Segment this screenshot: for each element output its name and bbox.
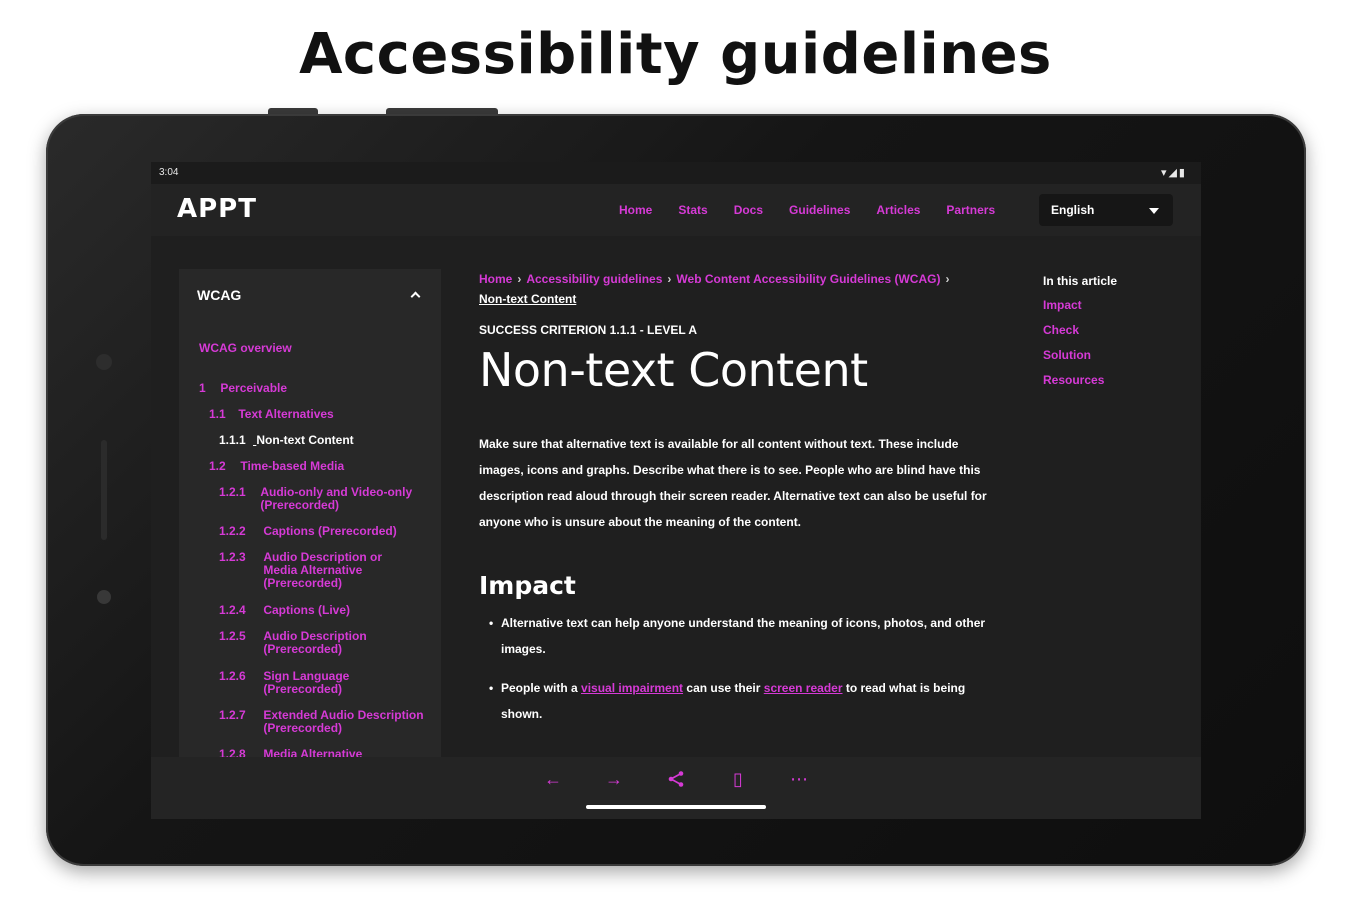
sidebar-item-label: Extended Audio Description (Prerecorded) bbox=[263, 708, 424, 735]
sidebar-item-label: Perceivable bbox=[220, 381, 288, 395]
visual-impairment-link[interactable]: visual impairment bbox=[581, 681, 683, 695]
anchor-resources[interactable]: Resources bbox=[1043, 373, 1173, 387]
impact-list: Alternative text can help anyone underst… bbox=[479, 610, 999, 727]
wcag-sidebar: WCAG WCAG overview 1 Perceivable 1.1 Tex… bbox=[179, 269, 441, 759]
anchor-check[interactable]: Check bbox=[1043, 323, 1173, 337]
bookmark-icon[interactable]: ▯ bbox=[724, 767, 752, 791]
sidebar-item-1-2-7[interactable]: 1.2.7 Extended Audio Description (Prerec… bbox=[219, 709, 428, 735]
sidebar-item-num: 1.2.7 bbox=[219, 708, 246, 722]
share-icon[interactable] bbox=[662, 767, 690, 791]
list-item: People with a visual impairment can use … bbox=[479, 675, 999, 727]
criterion-label: SUCCESS CRITERION 1.1.1 - LEVEL A bbox=[479, 323, 698, 337]
list-item: Alternative text can help anyone underst… bbox=[479, 610, 999, 662]
sidebar-item-num: 1.2.2 bbox=[219, 524, 246, 538]
list-item-text: can use their bbox=[683, 681, 764, 695]
device-speaker-slot bbox=[101, 440, 107, 540]
breadcrumb-separator: › bbox=[667, 272, 672, 286]
intro-paragraph: Make sure that alternative text is avail… bbox=[479, 437, 987, 529]
anchor-impact[interactable]: Impact bbox=[1043, 298, 1173, 312]
sidebar-item-1-2[interactable]: 1.2 Time-based Media bbox=[209, 460, 344, 473]
sidebar-item-label: Captions (Prerecorded) bbox=[263, 524, 397, 538]
sidebar-item-1-1-1[interactable]: 1.1.1 Non-text Content bbox=[219, 434, 354, 447]
appt-logo[interactable]: APPT bbox=[177, 194, 257, 224]
nav-stats[interactable]: Stats bbox=[678, 203, 707, 217]
impact-heading: Impact bbox=[479, 571, 576, 600]
sidebar-item-num: 1 bbox=[199, 381, 206, 395]
sidebar-item-num: 1.2 bbox=[209, 459, 226, 473]
nav-home[interactable]: Home bbox=[619, 203, 652, 217]
nav-articles[interactable]: Articles bbox=[876, 203, 920, 217]
breadcrumb-separator: › bbox=[945, 272, 950, 286]
home-indicator[interactable] bbox=[586, 805, 766, 809]
status-time: 3:04 bbox=[159, 167, 179, 178]
nav-docs[interactable]: Docs bbox=[734, 203, 763, 217]
sidebar-item-label: Audio Description (Prerecorded) bbox=[263, 629, 367, 656]
sidebar-title: WCAG bbox=[197, 287, 242, 303]
sidebar-item-1-2-1[interactable]: 1.2.1 Audio-only and Video-only (Prereco… bbox=[219, 486, 430, 512]
sidebar-item-label: Audio-only and Video-only (Prerecorded) bbox=[260, 485, 413, 512]
chevron-up-icon[interactable] bbox=[410, 291, 421, 302]
sidebar-item-1-2-3[interactable]: 1.2.3 Audio Description or Media Alterna… bbox=[219, 551, 393, 590]
promo-title: Accessibility guidelines bbox=[299, 22, 1052, 87]
anchor-solution[interactable]: Solution bbox=[1043, 348, 1173, 362]
nav-guidelines[interactable]: Guidelines bbox=[789, 203, 850, 217]
in-this-article-title: In this article bbox=[1043, 274, 1118, 288]
breadcrumb: Home › Accessibility guidelines › Web Conten… bbox=[479, 269, 999, 309]
breadcrumb-current: Non-text Content bbox=[479, 292, 577, 306]
language-select[interactable]: English bbox=[1039, 194, 1173, 226]
sidebar-item-1-2-2[interactable]: 1.2.2 Captions (Prerecorded) bbox=[219, 525, 397, 538]
breadcrumb-guidelines[interactable]: Accessibility guidelines bbox=[526, 272, 662, 286]
language-value: English bbox=[1051, 203, 1095, 217]
caret-down-icon bbox=[1149, 208, 1159, 214]
sidebar-item-1-1[interactable]: 1.1 Text Alternatives bbox=[209, 408, 334, 421]
forward-arrow-icon[interactable]: → bbox=[600, 767, 628, 791]
breadcrumb-home[interactable]: Home bbox=[479, 272, 512, 286]
list-item-text: Alternative text can help anyone underst… bbox=[501, 616, 986, 656]
sensor-icon bbox=[97, 590, 111, 604]
sidebar-item-num: 1.1 bbox=[209, 407, 226, 421]
sidebar-item-1-2-5[interactable]: 1.2.5 Audio Description (Prerecorded) bbox=[219, 630, 383, 656]
app-screen: 3:04 ▾◢▮ APPT Home Stats Docs Guidelines… bbox=[151, 162, 1201, 819]
sidebar-item-num: 1.2.5 bbox=[219, 629, 246, 643]
sidebar-item-num: 1.2.6 bbox=[219, 669, 246, 683]
status-bar: 3:04 ▾◢▮ bbox=[151, 162, 1201, 184]
sidebar-item-1-2-4[interactable]: 1.2.4 Captions (Live) bbox=[219, 604, 350, 617]
sidebar-item-num: 1.2.4 bbox=[219, 603, 246, 617]
breadcrumb-wcag[interactable]: Web Content Accessibility Guidelines (WC… bbox=[676, 272, 940, 286]
breadcrumb-separator: › bbox=[517, 272, 522, 286]
sidebar-item-num: 1.1.1 bbox=[219, 433, 246, 447]
page-title: Non-text Content bbox=[479, 343, 868, 397]
sidebar-item-label: WCAG overview bbox=[199, 341, 292, 355]
article-main: Home › Accessibility guidelines › Web Conten… bbox=[479, 269, 999, 740]
sidebar-item-1[interactable]: 1 Perceivable bbox=[199, 382, 287, 395]
sidebar-item-label: Time-based Media bbox=[240, 459, 345, 473]
camera-icon bbox=[96, 354, 112, 370]
sidebar-item-1-2-6[interactable]: 1.2.6 Sign Language (Prerecorded) bbox=[219, 670, 363, 696]
main-nav: Home Stats Docs Guidelines Articles Part… bbox=[619, 203, 995, 217]
app-header: APPT Home Stats Docs Guidelines Articles… bbox=[151, 184, 1201, 236]
list-item-text: People with a bbox=[501, 681, 582, 695]
sidebar-item-num: 1.2.3 bbox=[219, 550, 246, 564]
sidebar-item-label: Captions (Live) bbox=[263, 603, 351, 617]
in-this-article: In this article Impact Check Solution Re… bbox=[1043, 274, 1173, 398]
status-icons: ▾◢▮ bbox=[1160, 167, 1187, 179]
sidebar-item-label: Sign Language (Prerecorded) bbox=[263, 669, 350, 696]
back-arrow-icon[interactable]: ← bbox=[539, 767, 567, 791]
nav-partners[interactable]: Partners bbox=[946, 203, 995, 217]
more-icon[interactable]: ⋯ bbox=[785, 767, 813, 791]
sidebar-item-label: Text Alternatives bbox=[238, 407, 334, 421]
sidebar-item-num: 1.2.1 bbox=[219, 485, 246, 499]
sidebar-item-label: Non-text Content bbox=[256, 433, 354, 447]
sidebar-item-label: Audio Description or Media Alternative (… bbox=[263, 550, 383, 590]
bottom-toolbar: ← → ▯ ⋯ bbox=[151, 757, 1201, 819]
sidebar-item-overview[interactable]: WCAG overview bbox=[199, 342, 292, 355]
share-icon-svg bbox=[668, 771, 684, 787]
screen-reader-link[interactable]: screen reader bbox=[764, 681, 843, 695]
